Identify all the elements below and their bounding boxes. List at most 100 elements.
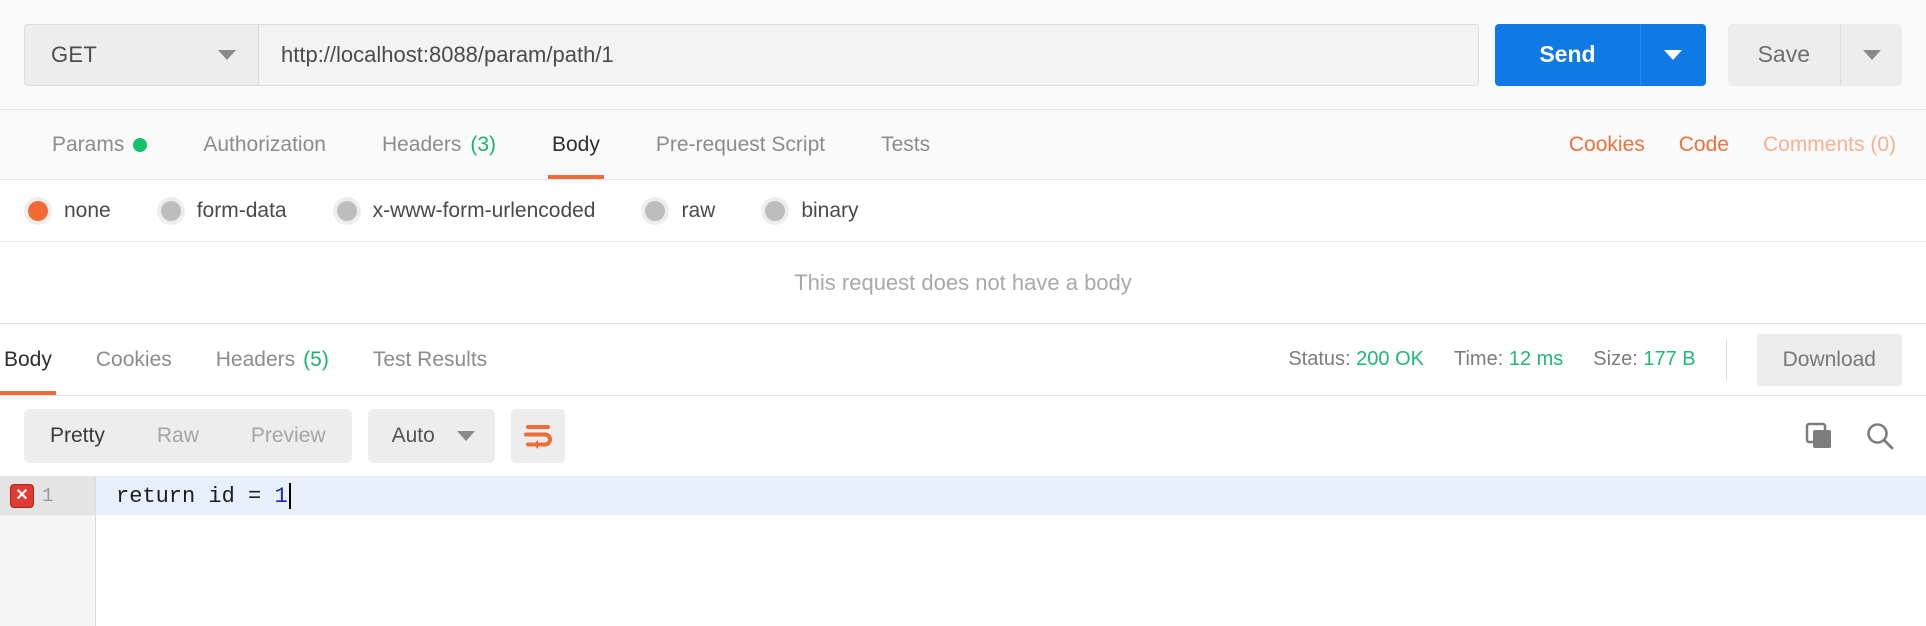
response-tab-headers[interactable]: Headers (5): [194, 324, 351, 395]
format-dropdown[interactable]: Auto: [367, 409, 495, 463]
send-button-group: Send: [1495, 23, 1706, 86]
tab-label: Headers: [381, 132, 462, 156]
tab-label: Body: [552, 132, 600, 156]
radio-icon: [641, 196, 670, 225]
tab-headers[interactable]: Headers (3): [354, 110, 524, 179]
postman-request-response-pane: GET http://localhost:8088/param/path/1 S…: [0, 0, 1926, 626]
tab-label: Tests: [881, 132, 931, 156]
text-cursor: [288, 483, 291, 509]
response-view-toolbar: Pretty Raw Preview Auto: [0, 396, 1926, 476]
tab-label: Pre-request Script: [655, 132, 826, 156]
view-mode-preview[interactable]: Preview: [225, 409, 352, 463]
url-value: http://localhost:8088/param/path/1: [281, 41, 614, 67]
response-tabs-bar: Body Cookies Headers (5) Test Results St…: [0, 324, 1926, 396]
status-label: Status:: [1288, 348, 1351, 370]
comments-link[interactable]: Comments (0): [1763, 133, 1896, 157]
body-type-form-data[interactable]: form-data: [156, 196, 287, 225]
search-button[interactable]: [1864, 420, 1896, 452]
radio-icon: [332, 196, 361, 225]
word-wrap-toggle[interactable]: [510, 409, 565, 463]
empty-body-text: This request does not have a body: [794, 269, 1132, 295]
response-tabs-list: Body Cookies Headers (5) Test Results: [0, 324, 509, 395]
code-text: return id =: [116, 483, 275, 509]
time-value: 12 ms: [1508, 348, 1564, 370]
response-body-editor[interactable]: ✕ 1 return id = 1: [0, 476, 1926, 626]
tab-label: Body: [4, 347, 52, 371]
editor-gutter: ✕ 1: [0, 477, 96, 626]
chevron-down-icon: [456, 431, 475, 441]
time-label: Time:: [1454, 348, 1504, 370]
time-metric: Time: 12 ms: [1454, 348, 1563, 371]
body-type-binary[interactable]: binary: [761, 196, 859, 225]
empty-body-notice: This request does not have a body: [0, 242, 1926, 324]
code-line-1[interactable]: return id = 1: [96, 477, 1926, 515]
view-mode-raw[interactable]: Raw: [131, 409, 225, 463]
params-active-dot-icon: [133, 137, 148, 152]
body-type-raw[interactable]: raw: [641, 196, 716, 225]
cookies-link[interactable]: Cookies: [1569, 133, 1645, 157]
editor-code-area[interactable]: return id = 1: [96, 477, 1926, 626]
request-tabs-list: Params Authorization Headers (3) Body Pr…: [24, 110, 958, 179]
size-label: Size:: [1593, 348, 1638, 370]
size-value: 177 B: [1643, 348, 1696, 370]
tab-label: Headers: [215, 347, 296, 371]
send-options-button[interactable]: [1639, 23, 1706, 86]
chevron-down-icon: [1664, 49, 1683, 60]
view-mode-pretty[interactable]: Pretty: [24, 409, 131, 463]
status-metric: Status: 200 OK: [1288, 348, 1424, 371]
radio-icon: [761, 196, 790, 225]
http-method-dropdown[interactable]: GET: [25, 24, 259, 85]
view-mode-segmented-control: Pretty Raw Preview: [24, 409, 352, 463]
tab-label: Authorization: [203, 132, 326, 156]
word-wrap-icon: [523, 425, 552, 449]
tab-pre-request-script[interactable]: Pre-request Script: [628, 110, 853, 179]
response-tab-test-results[interactable]: Test Results: [351, 324, 509, 395]
error-x-icon[interactable]: ✕: [10, 484, 34, 508]
save-button-group: Save: [1727, 23, 1902, 86]
view-toolbar-left: Pretty Raw Preview Auto: [24, 409, 565, 463]
code-link[interactable]: Code: [1679, 133, 1729, 157]
save-button[interactable]: Save: [1727, 23, 1840, 86]
request-url-bar: GET http://localhost:8088/param/path/1 S…: [0, 0, 1926, 110]
gutter-line-1: ✕ 1: [0, 477, 95, 515]
chevron-down-icon: [1862, 49, 1881, 60]
chevron-down-icon: [218, 49, 236, 60]
download-button[interactable]: Download: [1756, 333, 1902, 386]
request-tabs-bar: Params Authorization Headers (3) Body Pr…: [0, 110, 1926, 180]
divider: [1725, 339, 1727, 380]
response-tab-cookies[interactable]: Cookies: [74, 324, 194, 395]
http-method-label: GET: [51, 41, 98, 67]
response-tab-body[interactable]: Body: [0, 324, 74, 395]
radio-icon: [156, 196, 185, 225]
tab-label: Test Results: [372, 347, 488, 371]
tab-body[interactable]: Body: [524, 110, 628, 179]
view-toolbar-right: [1804, 420, 1902, 452]
tab-authorization[interactable]: Authorization: [175, 110, 354, 179]
radio-label: binary: [801, 198, 859, 222]
body-type-none[interactable]: none: [24, 196, 111, 225]
request-tabs-right-links: Cookies Code Comments (0): [1569, 110, 1902, 179]
size-metric: Size: 177 B: [1593, 348, 1695, 371]
tab-label: Params: [52, 132, 125, 156]
status-value: 200 OK: [1356, 348, 1424, 370]
radio-icon: [24, 196, 52, 225]
radio-label: x-www-form-urlencoded: [372, 198, 596, 222]
search-icon: [1867, 423, 1894, 450]
body-type-radio-group: none form-data x-www-form-urlencoded raw…: [0, 180, 1926, 242]
tab-params[interactable]: Params: [24, 110, 175, 179]
send-button[interactable]: Send: [1495, 23, 1640, 86]
save-options-button[interactable]: [1840, 23, 1902, 86]
tab-tests[interactable]: Tests: [853, 110, 958, 179]
radio-label: form-data: [196, 198, 287, 222]
radio-label: raw: [681, 198, 716, 222]
line-number: 1: [42, 485, 54, 507]
body-type-urlencoded[interactable]: x-www-form-urlencoded: [332, 196, 596, 225]
response-headers-count-badge: (5): [303, 347, 329, 371]
format-value: Auto: [391, 424, 435, 447]
copy-icon: [1805, 422, 1831, 448]
response-meta-group: Status: 200 OK Time: 12 ms Size: 177 B D…: [1288, 324, 1902, 395]
copy-button[interactable]: [1804, 421, 1834, 451]
url-input[interactable]: http://localhost:8088/param/path/1: [259, 24, 1479, 85]
method-and-url-group: GET http://localhost:8088/param/path/1: [24, 23, 1480, 86]
tab-label: Cookies: [95, 347, 172, 371]
